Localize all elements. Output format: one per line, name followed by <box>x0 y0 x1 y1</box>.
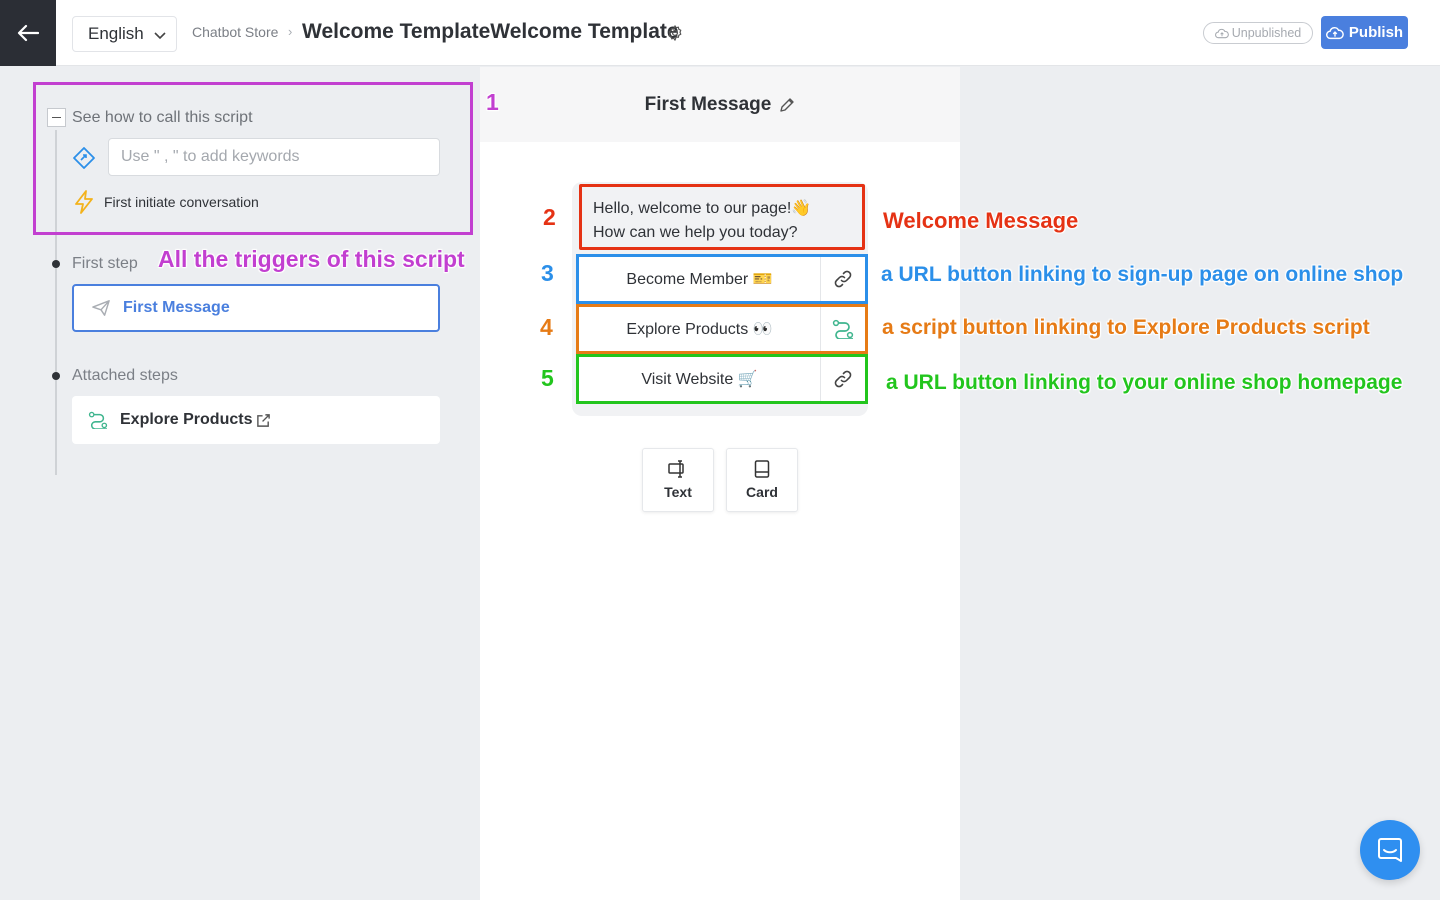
breadcrumb-chatbot-store[interactable]: Chatbot Store <box>192 24 278 40</box>
become-member-button[interactable]: Become Member 🎫 <box>576 254 868 304</box>
first-step-label: First step <box>72 255 138 272</box>
explore-products-step[interactable]: Explore Products <box>72 396 440 444</box>
lightning-icon <box>75 190 93 214</box>
annotation-number-2: 2 <box>543 204 556 230</box>
status-text: Unpublished <box>1231 26 1302 40</box>
back-button[interactable] <box>0 0 56 66</box>
explore-products-button[interactable]: Explore Products 👀 <box>576 304 868 354</box>
welcome-message-text[interactable]: Hello, welcome to our page!👋 How can we … <box>593 197 811 245</box>
cloud-icon <box>1214 28 1229 38</box>
link-icon <box>834 370 852 388</box>
send-icon <box>92 300 110 316</box>
trigger-first-initiate: First initiate conversation <box>104 194 259 210</box>
message-preview-panel: First Message Hello, welcome to our page… <box>480 67 960 900</box>
become-member-label: Become Member 🎫 <box>579 257 821 301</box>
annotation-url-signup-label: a URL button linking to sign-up page on … <box>881 263 1404 286</box>
arrow-left-icon <box>17 24 39 42</box>
gear-icon[interactable] <box>666 24 684 42</box>
cloud-upload-icon <box>1325 26 1344 39</box>
annotation-welcome-label: Welcome Message <box>883 208 1079 233</box>
add-card-label: Card <box>746 484 778 500</box>
annotation-script-button-label: a script button linking to Explore Produ… <box>882 316 1370 339</box>
annotation-triggers-label: All the triggers of this script <box>158 246 465 272</box>
first-message-step-label: First Message <box>123 299 230 316</box>
preview-header: First Message <box>480 67 960 142</box>
tree-node-dot <box>52 260 60 268</box>
annotation-number-3: 3 <box>541 260 554 286</box>
minus-icon <box>52 116 61 119</box>
publish-label: Publish <box>1348 24 1404 41</box>
visit-website-label: Visit Website 🛒 <box>579 357 821 401</box>
chat-launcher-button[interactable] <box>1360 820 1420 880</box>
visit-website-button[interactable]: Visit Website 🛒 <box>576 354 868 404</box>
add-text-button[interactable]: Text <box>642 448 714 512</box>
first-message-step[interactable]: First Message <box>72 284 440 332</box>
annotation-number-1: 1 <box>486 89 499 115</box>
script-icon <box>88 411 108 429</box>
collapse-button[interactable] <box>47 108 66 127</box>
tree-node-dot <box>52 372 60 380</box>
keyword-input[interactable] <box>108 138 440 176</box>
page-title: Welcome TemplateWelcome Template <box>302 20 679 43</box>
annotation-number-5: 5 <box>541 365 554 391</box>
message-line-1: Hello, welcome to our page!👋 <box>593 200 812 217</box>
add-card-button[interactable]: Card <box>726 448 798 512</box>
chevron-down-icon <box>154 32 166 40</box>
add-text-label: Text <box>664 484 692 500</box>
annotation-number-4: 4 <box>540 314 553 340</box>
text-icon <box>668 460 684 478</box>
chat-icon <box>1378 838 1402 862</box>
message-line-2: How can we help you today? <box>593 224 798 241</box>
publish-button[interactable]: Publish <box>1321 16 1408 49</box>
card-icon <box>754 460 770 478</box>
attached-steps-label: Attached steps <box>72 367 178 384</box>
trigger-section-title: See how to call this script <box>72 109 253 126</box>
link-icon <box>834 270 852 288</box>
explore-products-step-label: Explore Products <box>120 411 253 428</box>
language-select[interactable]: English <box>72 16 177 52</box>
breadcrumb-separator-icon: › <box>288 24 293 39</box>
tag-icon <box>73 147 95 169</box>
script-icon <box>832 319 854 339</box>
language-value: English <box>88 24 144 43</box>
top-bar: English Chatbot Store › Welcome Template… <box>0 0 1440 66</box>
external-link-icon[interactable] <box>256 413 271 428</box>
status-badge: Unpublished <box>1203 22 1313 44</box>
annotation-url-home-label: a URL button linking to your online shop… <box>886 371 1403 394</box>
explore-products-label: Explore Products 👀 <box>579 307 821 351</box>
pencil-icon[interactable] <box>779 97 795 113</box>
preview-title: First Message <box>644 93 772 115</box>
